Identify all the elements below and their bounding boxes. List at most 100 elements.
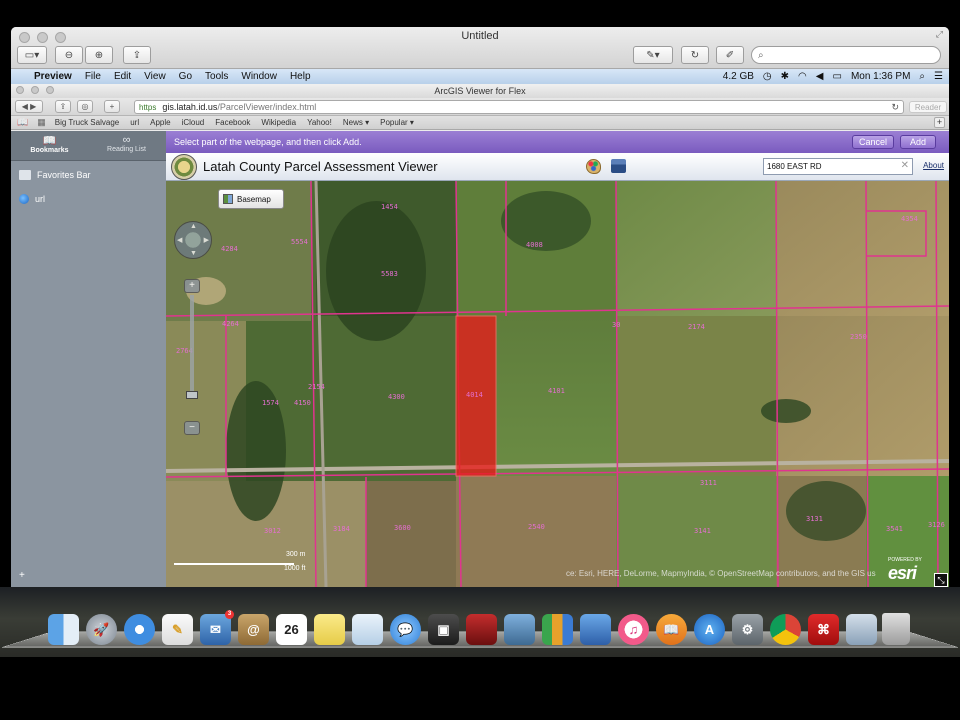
tab-reading-list[interactable]: ∞ Reading List [88, 131, 165, 160]
spotlight-icon[interactable]: ⌕ [919, 71, 925, 82]
menu-tools[interactable]: Tools [205, 71, 228, 82]
chrome-icon[interactable] [770, 614, 801, 645]
url-bar[interactable]: https gis.latah.id.us /ParcelViewer/inde… [134, 100, 904, 114]
book-icon[interactable]: 📖 [17, 117, 28, 128]
fav-item[interactable]: News ▾ [343, 118, 369, 127]
ibooks-icon[interactable]: 📖 [656, 614, 687, 645]
system-preferences-icon[interactable]: ⚙ [732, 614, 763, 645]
fav-item[interactable]: Popular ▾ [380, 118, 414, 127]
launchpad-icon[interactable]: 🚀 [86, 614, 117, 645]
textedit-icon[interactable]: ✎ [162, 614, 193, 645]
resize-icon[interactable]: ⤡ [934, 573, 948, 587]
rotate-button[interactable]: ↻ [681, 46, 709, 64]
numbers-icon[interactable] [542, 614, 573, 645]
top-sites-button[interactable]: ◎ [77, 100, 93, 113]
photobooth-icon[interactable] [466, 614, 497, 645]
fav-item[interactable]: url [130, 118, 139, 127]
new-tab-button[interactable]: + [104, 100, 120, 113]
share-button-safari[interactable]: ⇪ [55, 100, 71, 113]
annotate-button[interactable]: ✎▾ [633, 46, 673, 64]
appstore-icon[interactable]: A [694, 614, 725, 645]
notification-center-icon[interactable]: ☰ [934, 71, 943, 82]
app-menu[interactable]: Preview [34, 71, 72, 82]
dock-icons: 🚀 ✎ ✉ 3 @ 26 💬 ▣ ♫ 📖 A ⚙ ⌘ [48, 610, 877, 645]
pan-down-icon[interactable]: ▼ [190, 250, 197, 257]
pan-left-icon[interactable]: ◀ [177, 236, 182, 244]
safari-window-controls[interactable] [16, 86, 54, 94]
sidebar-item-url[interactable]: url [11, 189, 166, 209]
menu-help[interactable]: Help [290, 71, 311, 82]
pan-control[interactable]: ▲ ▼ ◀ ▶ [174, 221, 212, 259]
add-button[interactable]: Add [900, 135, 936, 149]
window-title: Untitled [461, 30, 499, 42]
menu-go[interactable]: Go [179, 71, 192, 82]
iphoto-icon[interactable] [504, 614, 535, 645]
calendar-icon[interactable]: 26 [276, 614, 307, 645]
markup-button[interactable]: ✐ [716, 46, 744, 64]
fav-item[interactable]: iCloud [182, 118, 205, 127]
zoom-slider-track[interactable] [190, 295, 194, 391]
preview-icon[interactable] [352, 614, 383, 645]
share-button[interactable]: ⇪ [123, 46, 151, 64]
safari-icon[interactable] [124, 614, 155, 645]
bluetooth-icon[interactable]: ✱ [781, 71, 789, 82]
basemap-button[interactable]: Basemap [218, 189, 284, 209]
fullscreen-icon[interactable]: ⤢ [936, 29, 943, 40]
menu-edit[interactable]: Edit [114, 71, 131, 82]
address-search-input[interactable]: 1680 EAST RD ✕ [763, 158, 913, 175]
mail-icon[interactable]: ✉ 3 [200, 610, 234, 645]
zoom-out-button[interactable]: ⊖ [55, 46, 83, 64]
add-tab-button[interactable]: + [934, 117, 945, 128]
fav-item[interactable]: Yahoo! [307, 118, 332, 127]
about-link[interactable]: About [923, 161, 944, 170]
selected-parcel-highlight[interactable] [455, 315, 497, 477]
clock[interactable]: Mon 1:36 PM [851, 71, 910, 82]
contacts-icon[interactable]: @ [238, 614, 269, 645]
messages-icon[interactable]: 💬 [390, 614, 421, 645]
zoom-in-button[interactable]: + [184, 279, 200, 293]
view-toggle-button[interactable]: ▭▾ [17, 46, 47, 64]
keynote-icon[interactable] [580, 614, 611, 645]
menu-view[interactable]: View [144, 71, 166, 82]
cancel-button[interactable]: Cancel [852, 135, 894, 149]
itunes-icon[interactable]: ♫ [618, 614, 649, 645]
clear-icon[interactable]: ✕ [901, 160, 909, 171]
memory-status[interactable]: 4.2 GB [723, 71, 754, 82]
reader-button[interactable]: Reader [909, 101, 947, 113]
map-view[interactable]: 1454 5554 4008 4284 4354 5583 4264 2764 … [166, 181, 949, 587]
pan-right-icon[interactable]: ▶ [204, 236, 209, 244]
acrobat-icon[interactable]: ⌘ [808, 614, 839, 645]
preview-icon-2[interactable] [846, 614, 877, 645]
palette-icon[interactable] [586, 159, 601, 174]
battery-icon[interactable]: ▭ [832, 71, 841, 82]
calendar-day: 26 [284, 622, 299, 637]
sidebar-item-favorites-bar[interactable]: Favorites Bar [11, 165, 166, 185]
grid-icon[interactable]: ▦ [37, 117, 46, 128]
print-icon[interactable] [611, 159, 626, 173]
fav-item[interactable]: Big Truck Salvage [55, 118, 119, 127]
zoom-in-button[interactable]: ⊕ [85, 46, 113, 64]
reload-icon[interactable]: ↻ [891, 102, 899, 113]
zoom-slider-thumb[interactable] [186, 391, 198, 399]
time-machine-icon[interactable]: ◷ [763, 71, 772, 82]
pan-up-icon[interactable]: ▲ [190, 223, 197, 230]
preview-search-input[interactable]: ⌕ [751, 46, 941, 64]
finder-icon[interactable] [48, 614, 79, 645]
menu-window[interactable]: Window [241, 71, 277, 82]
fav-item[interactable]: Facebook [215, 118, 250, 127]
preview-titlebar: Untitled ⤢ ▭▾ ⊖ ⊕ ⇪ ✎▾ ↻ ✐ ⌕ [11, 27, 949, 69]
zoom-out-button[interactable]: − [184, 421, 200, 435]
fav-item[interactable]: Wikipedia [261, 118, 296, 127]
scale-meters: 300 m [286, 551, 306, 558]
wifi-icon[interactable]: ◠ [798, 71, 807, 82]
back-forward-buttons[interactable]: ◀ ▶ [15, 100, 43, 113]
notes-icon[interactable] [314, 614, 345, 645]
add-bookmark-button[interactable]: + [19, 570, 25, 581]
fav-item[interactable]: Apple [150, 118, 170, 127]
tab-bookmarks[interactable]: 📖 Bookmarks [11, 131, 88, 160]
menubar: Preview File Edit View Go Tools Window H… [11, 69, 949, 84]
volume-icon[interactable]: ◀ [816, 71, 824, 82]
trash-icon[interactable] [882, 613, 910, 645]
facetime-icon[interactable]: ▣ [428, 614, 459, 645]
menu-file[interactable]: File [85, 71, 101, 82]
